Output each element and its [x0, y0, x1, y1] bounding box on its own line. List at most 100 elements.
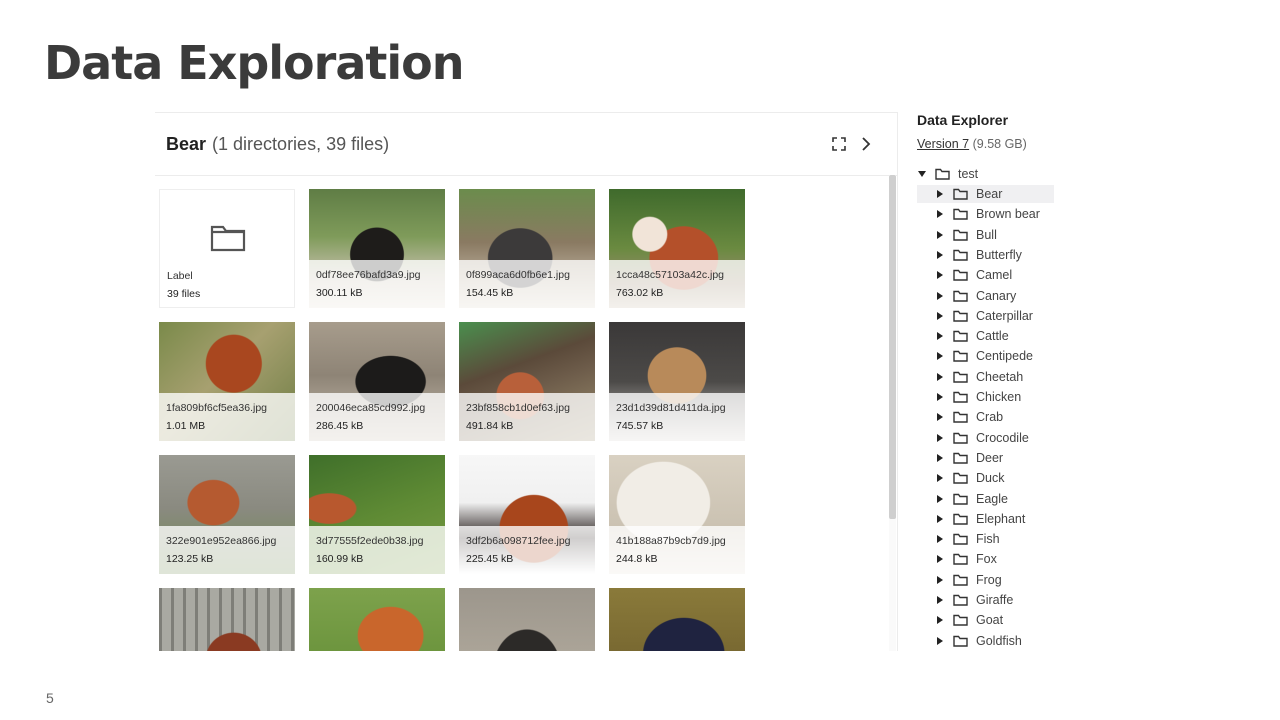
caret-right-icon[interactable] [935, 271, 945, 280]
tree-item-goat[interactable]: Goat [917, 611, 1003, 629]
file-tile[interactable]: 41b188a87b9cb7d9.jpg 244.8 kB [609, 455, 745, 574]
folder-icon [953, 249, 969, 261]
file-size: 244.8 kB [616, 553, 658, 565]
tree-item-crab[interactable]: Crab [917, 408, 1003, 426]
scrollbar-thumb[interactable] [889, 175, 896, 519]
caret-right-icon[interactable] [935, 393, 945, 401]
caret-right-icon[interactable] [935, 453, 945, 462]
tree-item-label: Centipede [976, 349, 1033, 364]
file-name: 200046eca85cd992.jpg [316, 402, 426, 414]
next-button[interactable] [855, 133, 877, 155]
folder-icon [953, 188, 969, 200]
tree-item-duck[interactable]: Duck [917, 469, 1004, 487]
tree-item-eagle[interactable]: Eagle [917, 490, 1008, 508]
caret-right-icon[interactable] [935, 616, 945, 625]
tree-item-cheetah[interactable]: Cheetah [917, 368, 1023, 386]
version-link[interactable]: Version 7 [917, 137, 969, 151]
caret-right-icon[interactable] [935, 250, 945, 259]
tree-item-cattle[interactable]: Cattle [917, 327, 1009, 345]
folder-name: Bear [166, 134, 207, 154]
tree-item-bear[interactable]: Bear [917, 185, 1054, 203]
file-tile[interactable] [159, 588, 295, 651]
tree-item-brown-bear[interactable]: Brown bear [917, 205, 1040, 223]
tree-item-butterfly[interactable]: Butterfly [917, 246, 1022, 264]
tree-item-goldfish[interactable]: Goldfish [917, 632, 1022, 650]
file-tile[interactable]: 3d77555f2ede0b38.jpg 160.99 kB [309, 455, 445, 574]
file-tile[interactable]: 23d1d39d81d411da.jpg 745.57 kB [609, 322, 745, 441]
caret-right-icon[interactable] [935, 636, 945, 645]
file-tile[interactable]: 1cca48c57103a42c.jpg 763.02 kB [609, 189, 745, 308]
file-tile[interactable]: 0f899aca6d0fb6e1.jpg 154.45 kB [459, 189, 595, 308]
tree-item-label: Elephant [976, 511, 1026, 526]
tree-item-bull[interactable]: Bull [917, 226, 997, 244]
caret-right-icon[interactable] [935, 413, 945, 422]
tree-item-frog[interactable]: Frog [917, 571, 1002, 589]
caret-right-icon[interactable] [935, 555, 945, 564]
tree-item-label: Brown bear [976, 207, 1040, 222]
tree-root[interactable]: test [917, 165, 978, 183]
tree-item-crocodile[interactable]: Crocodile [917, 429, 1029, 447]
folder-tile[interactable]: Label 39 files [159, 189, 295, 308]
caret-right-icon[interactable] [935, 291, 945, 300]
tree-item-elephant[interactable]: Elephant [917, 510, 1025, 528]
folder-title: Bear (1 directories, 39 files) [166, 134, 389, 155]
caret-right-icon[interactable] [935, 575, 945, 584]
file-name: 1cca48c57103a42c.jpg [616, 269, 725, 281]
caret-right-icon[interactable] [935, 372, 945, 381]
tree-item-canary[interactable]: Canary [917, 287, 1016, 305]
file-size: 160.99 kB [316, 553, 364, 565]
caret-right-icon[interactable] [935, 474, 945, 483]
caret-right-icon[interactable] [935, 535, 945, 544]
tree-item-label: Goat [976, 613, 1004, 628]
caret-right-icon[interactable] [935, 352, 945, 361]
file-tile[interactable]: 3df2b6a098712fee.jpg 225.45 kB [459, 455, 595, 574]
tree-item-camel[interactable]: Camel [917, 266, 1012, 284]
caret-right-icon[interactable] [935, 230, 945, 239]
file-size: 763.02 kB [616, 287, 664, 299]
file-tile[interactable]: 1fa809bf6cf5ea36.jpg 1.01 MB [159, 322, 295, 441]
file-name: 322e901e952ea866.jpg [166, 535, 277, 547]
caret-right-icon[interactable] [935, 494, 945, 503]
caret-right-icon[interactable] [935, 210, 945, 219]
caret-right-icon[interactable] [935, 433, 945, 442]
folder-icon [953, 411, 969, 423]
file-tile[interactable] [459, 588, 595, 651]
caret-right-icon[interactable] [935, 596, 945, 604]
scrollbar[interactable] [889, 175, 896, 651]
file-tile[interactable]: 0df78ee76bafd3a9.jpg 300.11 kB [309, 189, 445, 308]
tree-item-label: Frog [976, 572, 1002, 587]
caret-down-icon[interactable] [917, 171, 927, 177]
tree-item-caterpillar[interactable]: Caterpillar [917, 307, 1033, 325]
file-tile[interactable] [309, 588, 445, 651]
caret-right-icon[interactable] [935, 311, 945, 320]
tree-item-centipede[interactable]: Centipede [917, 347, 1033, 365]
tree-item-fish[interactable]: Fish [917, 530, 1000, 548]
tree-item-label: Duck [976, 471, 1005, 486]
tree-item-label: Goldfish [976, 633, 1022, 648]
folder-icon [953, 290, 969, 302]
folder-tile-label: Label [167, 270, 193, 282]
caret-right-icon[interactable] [935, 332, 945, 341]
tree-item-fox[interactable]: Fox [917, 550, 997, 568]
file-tile[interactable]: 23bf858cb1d0ef63.jpg 491.84 kB [459, 322, 595, 441]
folder-icon [953, 432, 969, 444]
caret-right-icon[interactable] [935, 514, 945, 523]
file-tile[interactable]: 322e901e952ea866.jpg 123.25 kB [159, 455, 295, 574]
fullscreen-button[interactable] [828, 133, 850, 155]
caret-right-icon[interactable] [935, 190, 945, 198]
thumbnail-image [159, 588, 295, 651]
folder-icon [935, 168, 951, 180]
thumbnail-image [609, 588, 745, 651]
slide-number: 5 [46, 690, 54, 706]
file-tile[interactable]: 200046eca85cd992.jpg 286.45 kB [309, 322, 445, 441]
folder-icon [953, 574, 969, 586]
tree-item-giraffe[interactable]: Giraffe [917, 591, 1013, 609]
folder-icon [953, 533, 969, 545]
tree-item-deer[interactable]: Deer [917, 449, 1003, 467]
file-tile[interactable] [609, 588, 745, 651]
folder-icon [210, 225, 246, 252]
folder-icon [953, 635, 969, 647]
tree-item-chicken[interactable]: Chicken [917, 388, 1021, 406]
tree-item-label: Cheetah [976, 369, 1024, 384]
file-name: 41b188a87b9cb7d9.jpg [616, 535, 726, 547]
